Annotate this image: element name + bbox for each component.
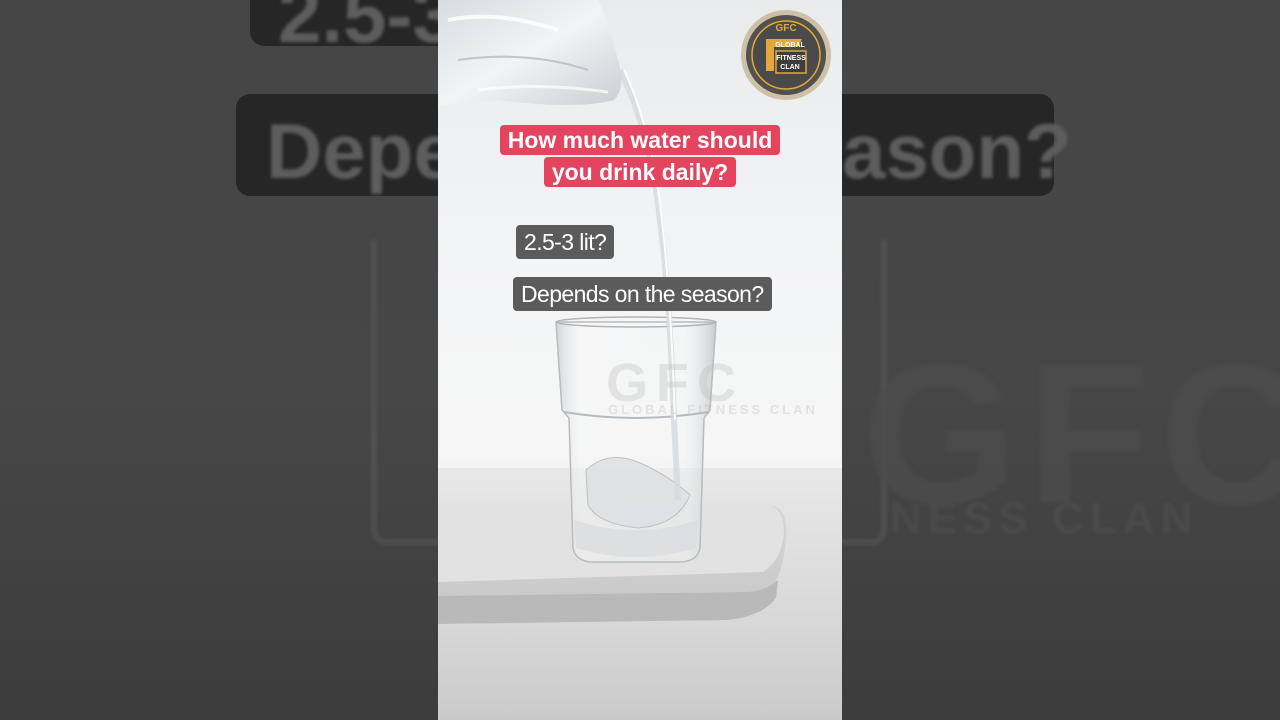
ghost-gfc-subtext: NESS CLAN (890, 494, 1199, 543)
blurred-backdrop-right: ason? GFC NESS CLAN (842, 0, 1280, 720)
svg-text:FITNESS: FITNESS (776, 55, 806, 62)
pitcher (438, 0, 622, 106)
question-line-2: you drink daily? (543, 157, 737, 187)
ghost-caption-text: 2.5-3 (278, 0, 438, 59)
svg-text:GLOBAL: GLOBAL (775, 42, 805, 49)
video-frame: GFC GLOBAL FITNESS CLAN How much water s… (438, 0, 842, 720)
blurred-backdrop-left: 2.5-3 Depe (0, 0, 438, 720)
gfc-watermark-subtext: GLOBAL FITNESS CLAN (608, 402, 818, 417)
answer-chip-1: 2.5-3 lit? (516, 225, 615, 259)
question-caption: How much water should you drink daily? (438, 124, 842, 188)
gfc-logo: GFC GLOBAL FITNESS CLAN (741, 10, 831, 100)
ghost-caption-text: Depe (266, 107, 438, 195)
ghost-caption-text: ason? (842, 107, 1072, 195)
svg-text:GFC: GFC (775, 23, 796, 34)
answer-chip-2: Depends on the season? (513, 277, 772, 311)
svg-text:CLAN: CLAN (780, 64, 799, 71)
ghost-glass (372, 240, 438, 544)
question-line-1: How much water should (499, 125, 781, 155)
